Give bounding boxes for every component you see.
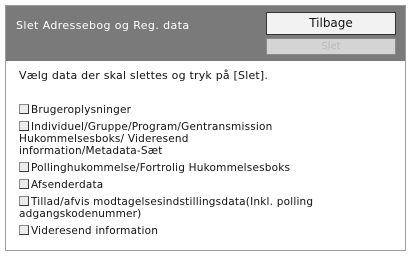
option-label: adgangskodenummer) <box>19 208 142 220</box>
option-individual-group-program[interactable]: Individuel/Gruppe/Program/Gentransmissio… <box>19 121 379 157</box>
option-label: Afsenderdata <box>31 179 104 191</box>
checkbox[interactable] <box>19 121 29 131</box>
option-user-info[interactable]: Brugeroplysninger <box>19 104 379 116</box>
option-label: Pollinghukommelse/Fortrolig Hukommelsesb… <box>31 162 291 174</box>
dialog-header: Slet Adressebog og Reg. data Tilbage Sle… <box>6 6 405 61</box>
delete-button[interactable]: Slet <box>266 38 396 55</box>
option-label: Tillad/afvis modtagelsesindstillingsdata… <box>31 196 314 208</box>
option-sender-data[interactable]: Afsenderdata <box>19 179 379 191</box>
checkbox[interactable] <box>19 162 29 172</box>
checkbox[interactable] <box>19 104 29 114</box>
checkbox[interactable] <box>19 225 29 235</box>
option-allow-reject-reception[interactable]: Tillad/afvis modtagelsesindstillingsdata… <box>19 196 379 220</box>
checkbox[interactable] <box>19 196 29 206</box>
option-label: Videresend information <box>31 225 159 237</box>
dialog-title: Slet Adressebog og Reg. data <box>16 19 190 32</box>
dialog-frame: Slet Adressebog og Reg. data Tilbage Sle… <box>5 5 406 251</box>
checkbox[interactable] <box>19 179 29 189</box>
back-button[interactable]: Tilbage <box>266 12 396 35</box>
option-label: Hukommelsesboks/ Videresend <box>19 133 189 145</box>
option-polling-memory[interactable]: Pollinghukommelse/Fortrolig Hukommelsesb… <box>19 162 379 174</box>
instruction-text: Vælg data der skal slettes og tryk på [S… <box>19 69 269 82</box>
option-label: Brugeroplysninger <box>31 104 132 116</box>
option-forward-information[interactable]: Videresend information <box>19 225 379 237</box>
option-label: information/Metadata-Sæt <box>19 145 163 157</box>
option-label: Individuel/Gruppe/Program/Gentransmissio… <box>31 121 273 133</box>
